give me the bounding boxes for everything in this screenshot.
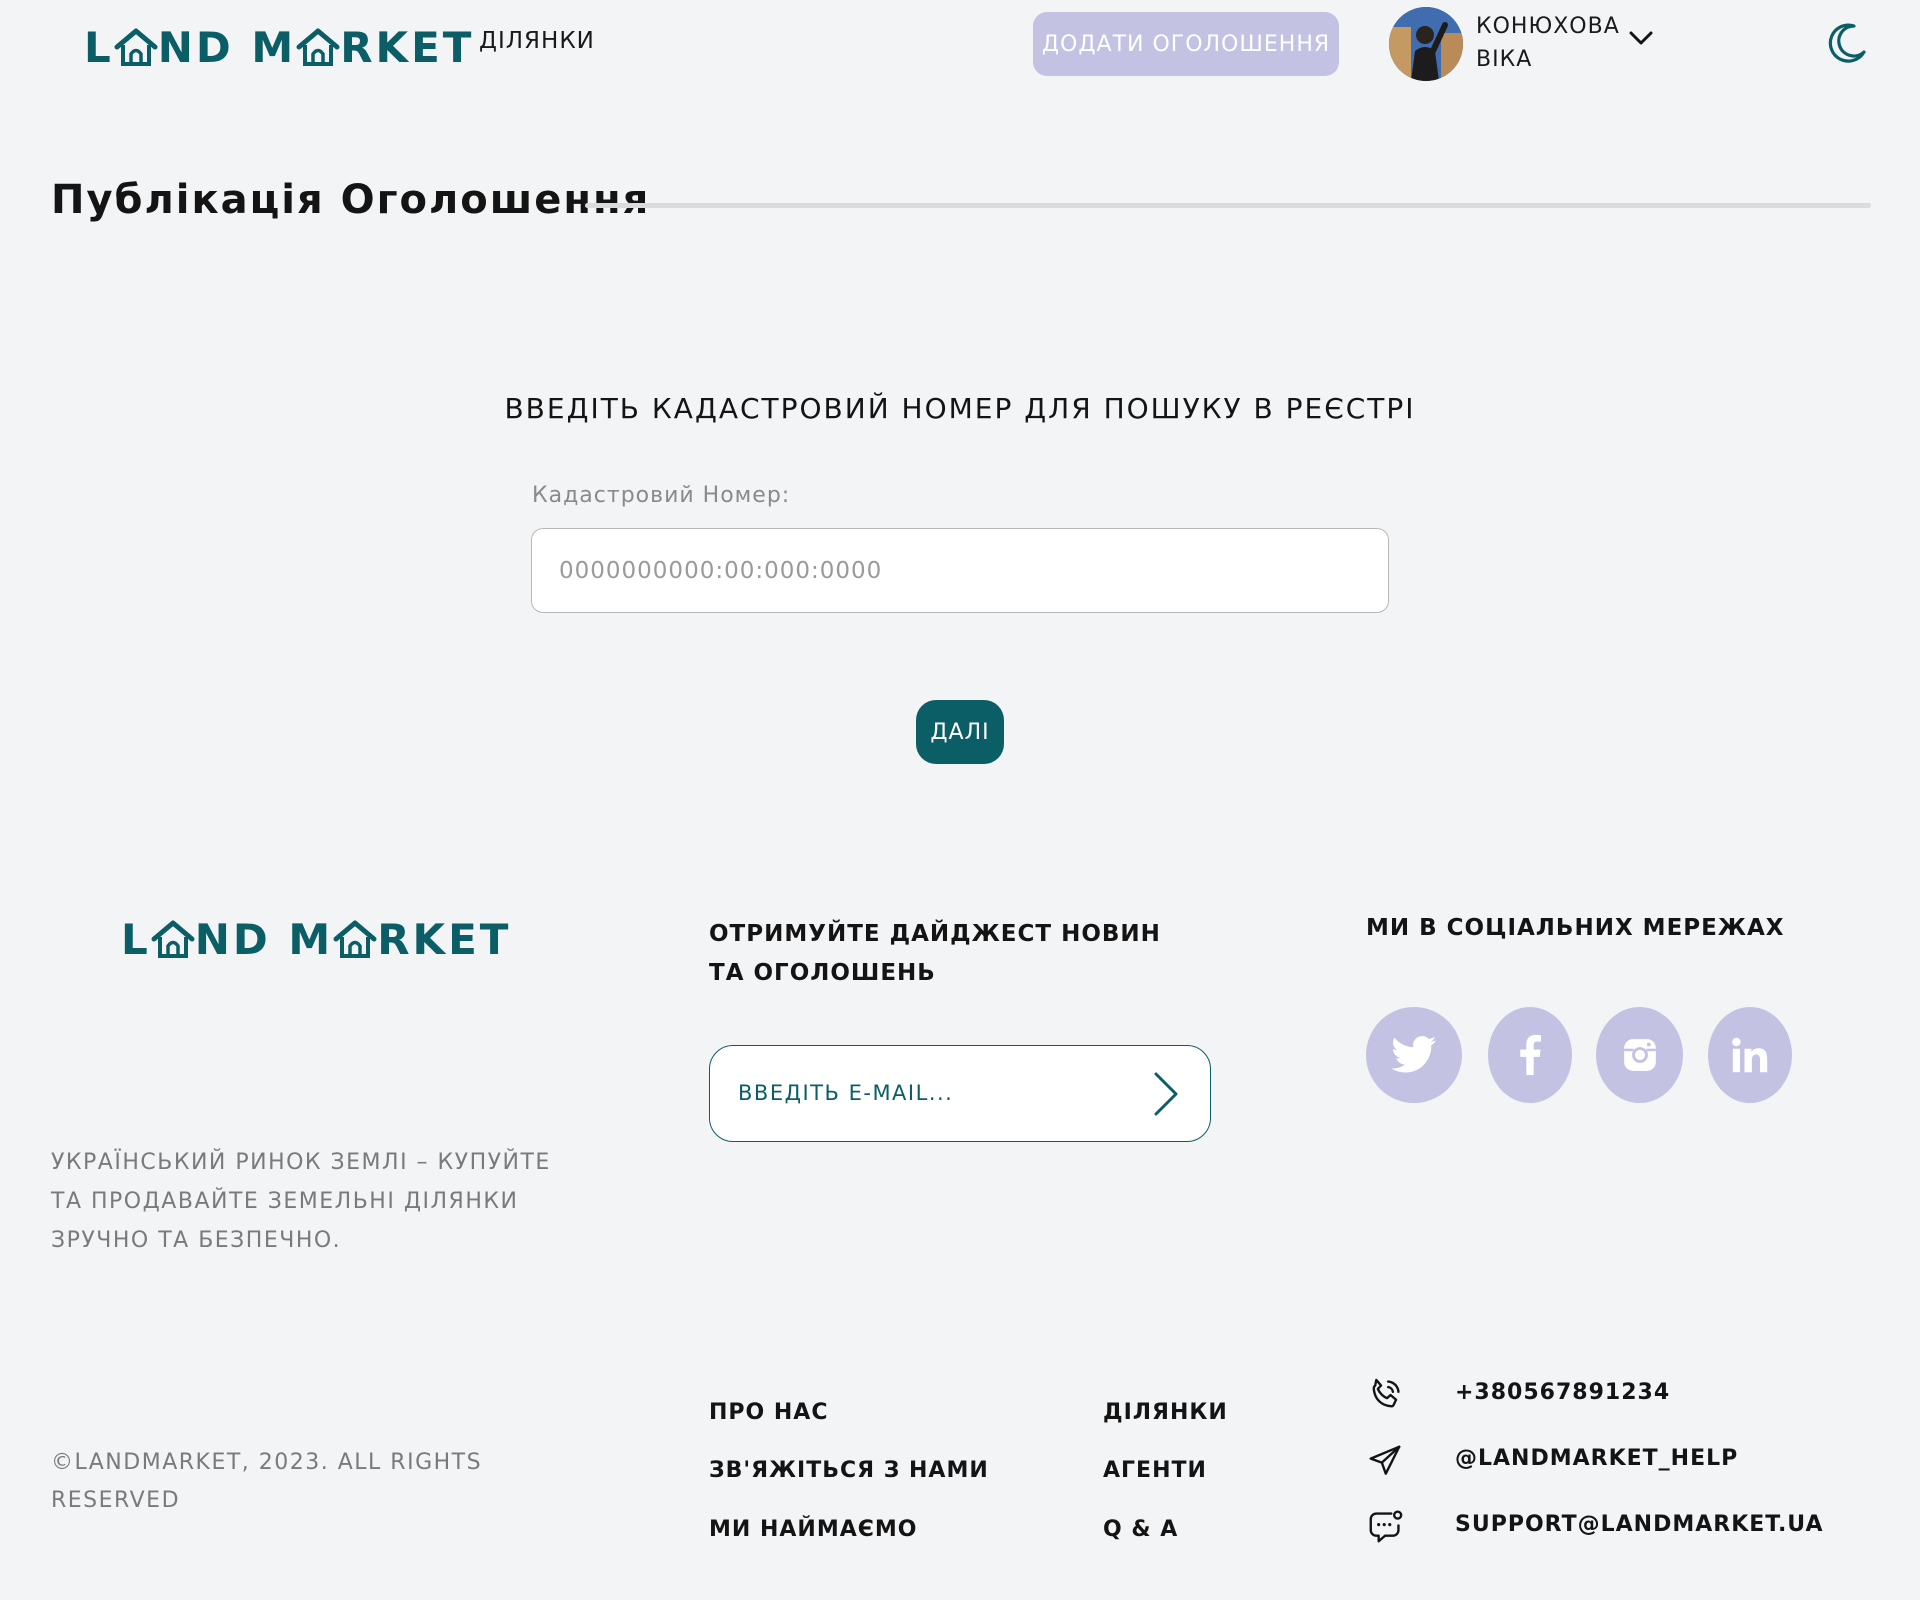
house-icon (296, 28, 340, 66)
footer-link-agents[interactable]: АГЕНТИ (1103, 1458, 1207, 1483)
logo-letter-l: L (121, 914, 151, 964)
logo-letter-l: L (84, 22, 114, 72)
contact-telegram[interactable]: @LANDMARKET_HELP (1455, 1446, 1738, 1471)
send-icon (1369, 1445, 1401, 1475)
newsletter-title: ОТРИМУЙТЕ ДАЙДЖЕСТ НОВИН ТА ОГОЛОШЕНЬ (709, 921, 1161, 986)
logo-text-middle: ND M (157, 22, 297, 72)
title-divider (585, 203, 1871, 208)
footer-link-about[interactable]: ПРО НАС (709, 1400, 828, 1425)
footer-link-contact[interactable]: ЗВ'ЯЖІТЬСЯ З НАМИ (709, 1458, 989, 1483)
arrow-right-icon[interactable] (1146, 1070, 1182, 1118)
header-logo[interactable]: L ND M RKET (84, 22, 474, 72)
nav-link-plots[interactable]: ДІЛЯНКИ (479, 28, 595, 54)
avatar-photo (1389, 7, 1463, 81)
social-title: МИ В СОЦІАЛЬНИХ МЕРЕЖАХ (1366, 915, 1785, 941)
contact-email[interactable]: SUPPORT@LANDMARKET.UA (1455, 1512, 1824, 1537)
add-listing-button[interactable]: ДОДАТИ ОГОЛОШЕННЯ (1033, 12, 1339, 76)
user-name[interactable]: КОНЮХОВА ВІКА (1476, 10, 1620, 76)
user-firstname: ВІКА (1476, 47, 1533, 72)
footer-description: УКРАЇНСЬКИЙ РИНОК ЗЕМЛІ – КУПУЙТЕ ТА ПРО… (51, 1150, 551, 1253)
phone-icon (1372, 1378, 1400, 1408)
instagram-link[interactable] (1596, 1007, 1683, 1103)
moon-icon[interactable] (1826, 22, 1868, 64)
cadastral-number-label: Кадастровий Номер: (532, 483, 791, 508)
footer-link-plots[interactable]: ДІЛЯНКИ (1103, 1400, 1228, 1425)
twitter-link[interactable] (1366, 1007, 1462, 1103)
logo-text-right: RKET (377, 914, 512, 964)
house-icon (114, 28, 158, 66)
form-heading: ВВЕДІТЬ КАДАСТРОВИЙ НОМЕР ДЛЯ ПОШУКУ В Р… (504, 392, 1416, 425)
linkedin-link[interactable] (1708, 1007, 1792, 1103)
copyright: ©LANDMARKET, 2023. ALL RIGHTS RESERVED (51, 1450, 483, 1513)
footer-logo[interactable]: L ND M RKET (121, 914, 511, 964)
logo-text-right: RKET (340, 22, 475, 72)
next-button[interactable]: ДАЛІ (916, 700, 1004, 764)
facebook-icon (1520, 1034, 1541, 1076)
instagram-icon (1623, 1039, 1656, 1071)
twitter-icon (1391, 1036, 1437, 1073)
facebook-link[interactable] (1488, 1007, 1572, 1103)
footer-link-qa[interactable]: Q & A (1103, 1517, 1178, 1542)
newsletter-form (709, 1045, 1211, 1142)
footer-link-hiring[interactable]: МИ НАЙМАЄМО (709, 1517, 917, 1542)
chat-icon (1369, 1510, 1403, 1543)
avatar[interactable] (1389, 7, 1463, 81)
house-icon (333, 920, 377, 958)
logo-text-middle: ND M (194, 914, 334, 964)
newsletter-email-input[interactable] (738, 1046, 1118, 1140)
user-surname: КОНЮХОВА (1476, 14, 1620, 39)
contact-phone[interactable]: +380567891234 (1455, 1380, 1670, 1405)
house-icon (151, 920, 195, 958)
linkedin-icon (1732, 1037, 1768, 1073)
cadastral-number-input[interactable] (531, 528, 1389, 613)
page-title: Публікація Оголошення (51, 177, 651, 223)
chevron-down-icon[interactable] (1628, 28, 1654, 48)
